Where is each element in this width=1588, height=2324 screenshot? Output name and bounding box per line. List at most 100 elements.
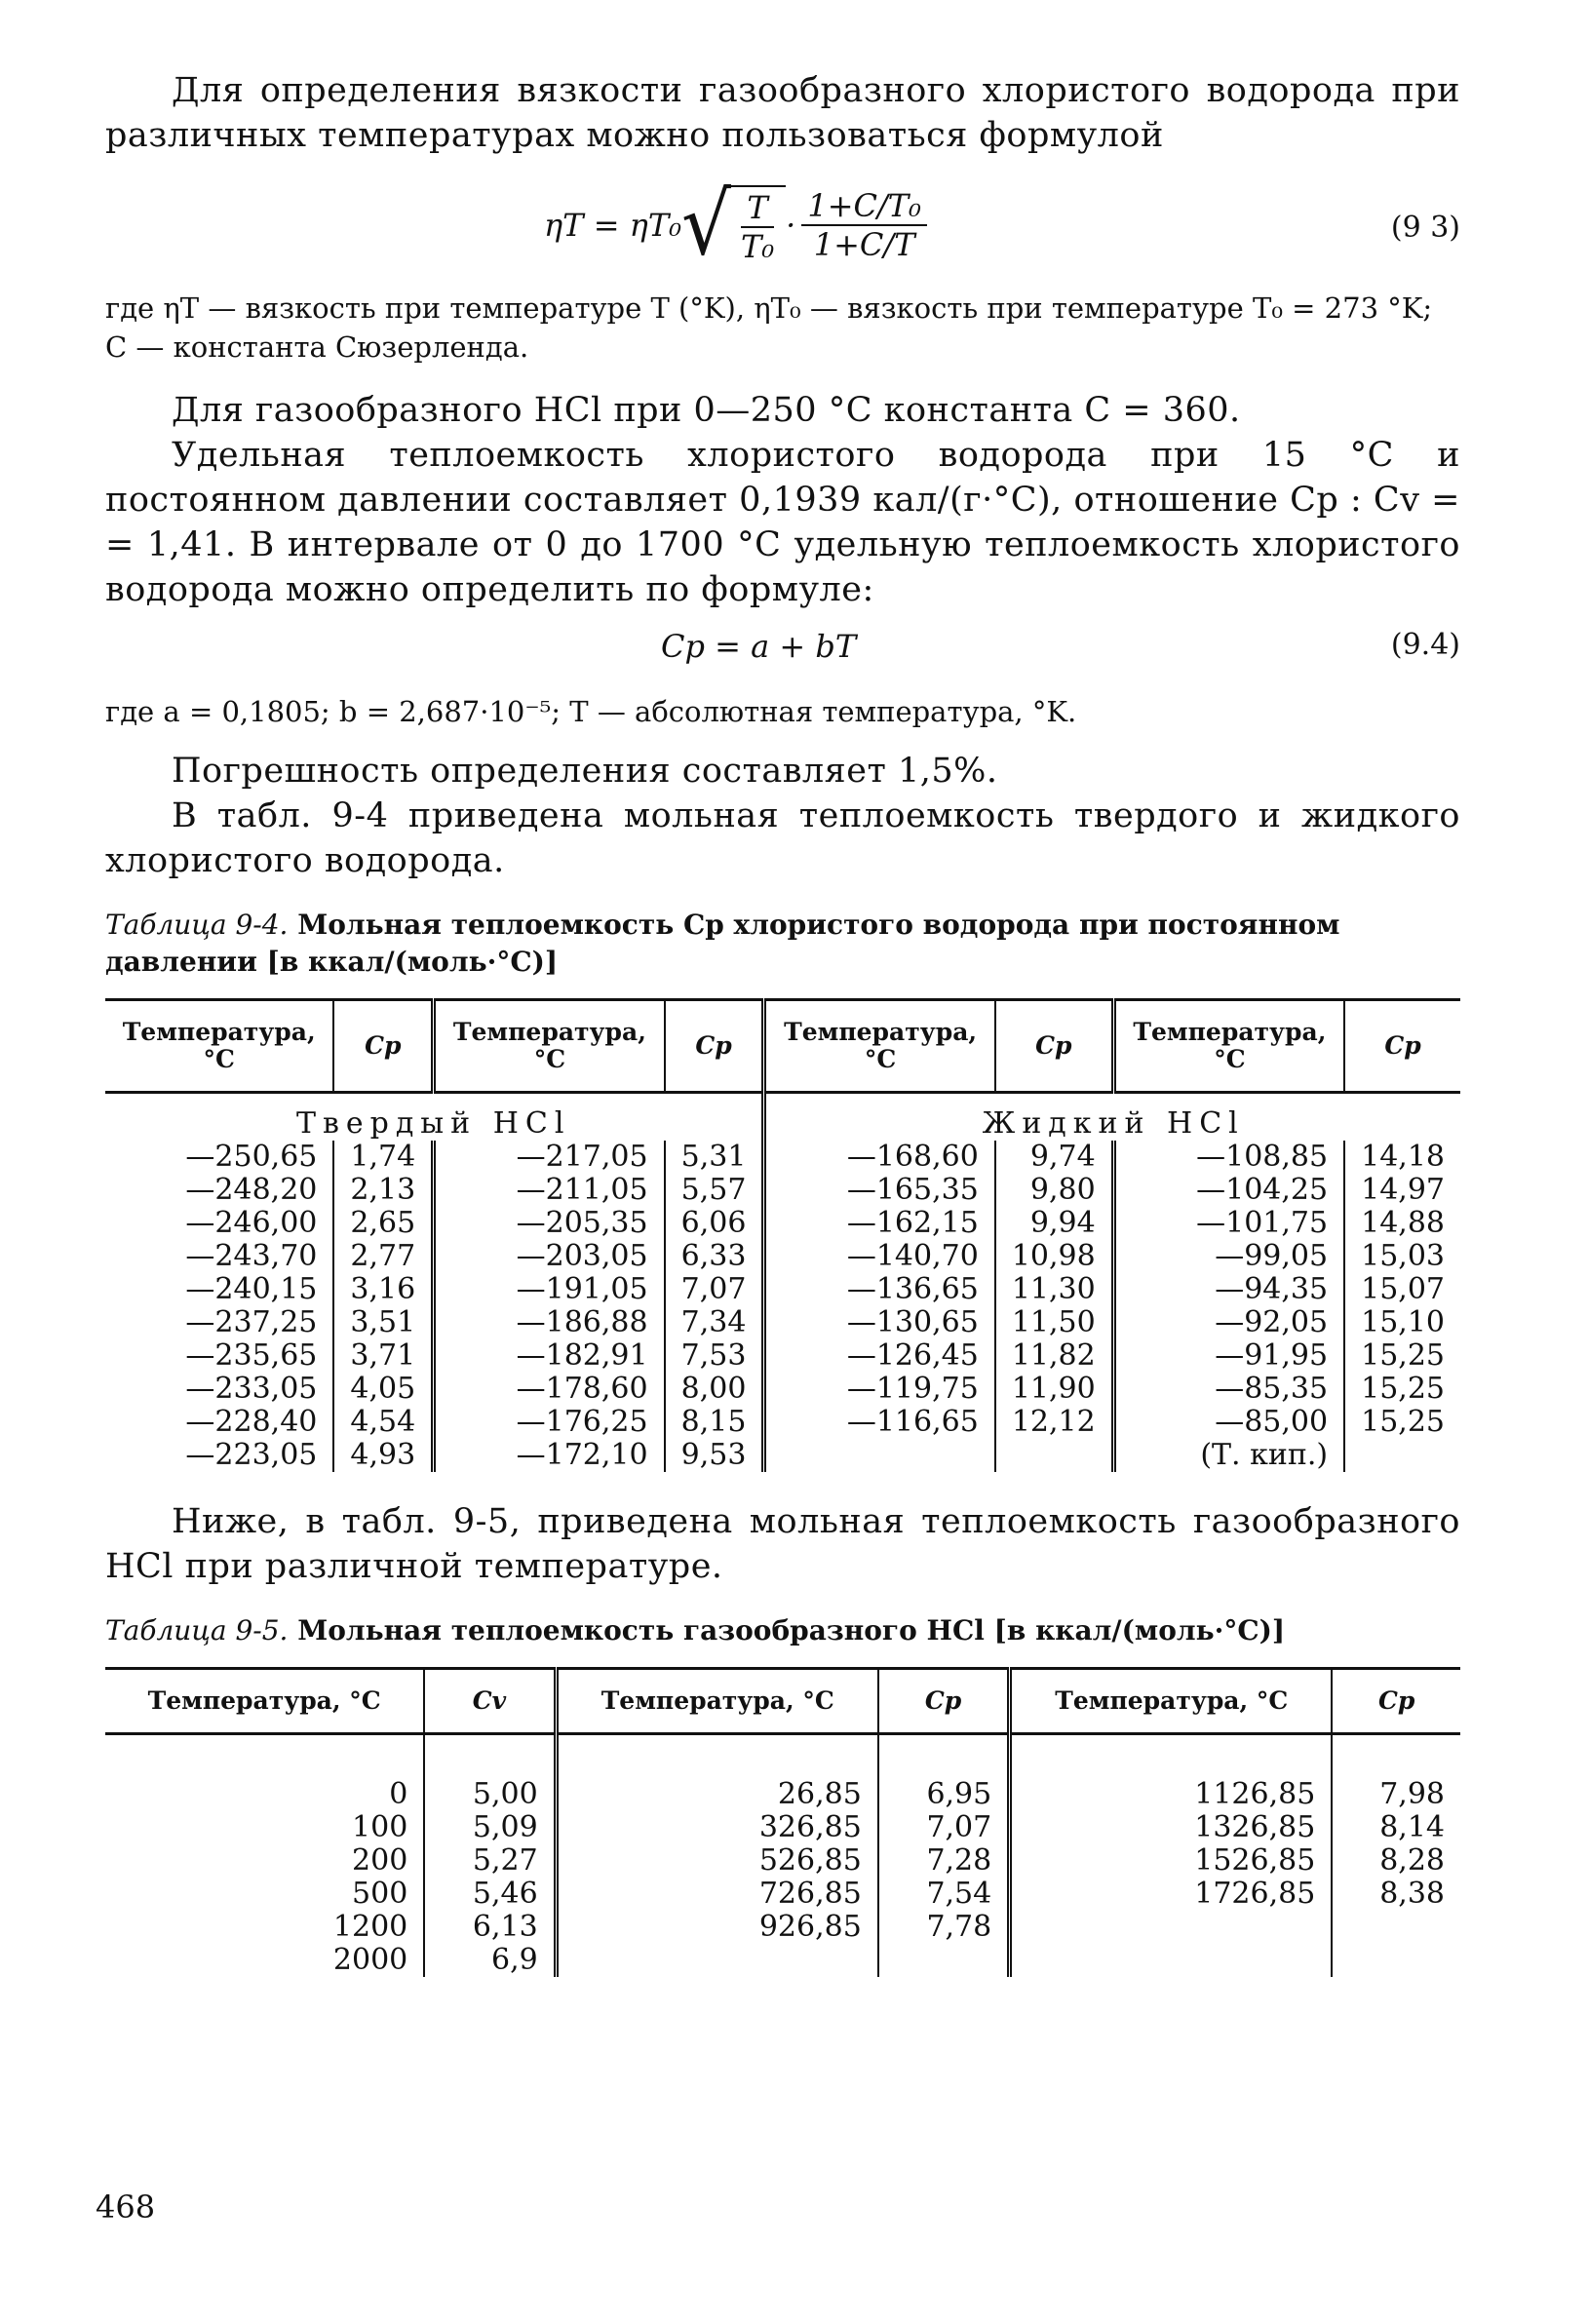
header-temperature: Температура, °C <box>1009 1668 1334 1734</box>
table-row: 2000 6,9 <box>105 1944 1460 1977</box>
formula-9-3: ηT = ηT₀ √ T T₀ · 1+C/T₀ 1+C/T (9 3) <box>105 172 1460 279</box>
table-cell: 1200 <box>105 1911 426 1944</box>
section-row: Твердый HCl Жидкий HCl <box>105 1092 1460 1141</box>
table-cell: 1,74 <box>333 1141 437 1174</box>
table-cell: 7,98 <box>1379 1777 1445 1811</box>
table-cell: 6,33 <box>664 1240 767 1273</box>
table-cell: 5,57 <box>664 1174 767 1207</box>
table-cell: 2000 <box>105 1944 426 1977</box>
table-cell: —92,05 <box>1113 1306 1346 1339</box>
table-cell: —126,45 <box>763 1339 996 1373</box>
table-cell: 14,18 <box>1361 1140 1445 1174</box>
table-cell: —108,85 <box>1113 1141 1346 1174</box>
table-cell: —186,88 <box>433 1306 666 1339</box>
table-cell: —240,15 <box>105 1273 335 1306</box>
table-cell: 6,13 <box>424 1911 559 1944</box>
formula-number: (9 3) <box>1390 211 1460 245</box>
table-cell: 7,78 <box>877 1911 1013 1944</box>
table-cell: —250,65 <box>105 1141 335 1174</box>
table-row: —233,05 4,05 —178,60 8,00 —119,75 11,90 —85,35… <box>105 1373 1460 1406</box>
header-cp: Cp <box>333 999 437 1093</box>
fraction-numerator: 1+C/T₀ <box>801 187 927 226</box>
table-header-row: Температура, °C Cv Температура, °C Cp Те… <box>105 1668 1460 1734</box>
table-cell: 8,28 <box>1379 1843 1445 1878</box>
table-cell: 9,74 <box>994 1141 1116 1174</box>
caption-text: Мольная теплоемкость газообразного HCl [… <box>297 1614 1286 1646</box>
table-cell: 5,31 <box>664 1141 767 1174</box>
table-9-4-caption: Таблица 9-4. Мольная теплоемкость Cp хло… <box>105 907 1460 981</box>
header-cp: Cp <box>994 999 1116 1093</box>
table-cell: 7,54 <box>877 1878 1013 1911</box>
header-temperature: Температура, °C <box>1113 999 1346 1093</box>
formula-number: (9.4) <box>1390 628 1460 662</box>
header-temperature: Температура, °C <box>105 1668 426 1734</box>
table-cell: —104,25 <box>1113 1174 1346 1207</box>
table-cell: 5,00 <box>424 1733 559 1811</box>
table-cell: —172,10 <box>433 1439 666 1472</box>
radical-sign-icon: √ <box>681 174 731 275</box>
table-cell: 6,9 <box>424 1944 559 1977</box>
table-cell: —99,05 <box>1113 1240 1346 1273</box>
table-cell: —211,05 <box>433 1174 666 1207</box>
table-cell: 4,54 <box>333 1406 437 1439</box>
table-9-5-caption: Таблица 9-5. Мольная теплоемкость газооб… <box>105 1612 1460 1649</box>
table-cell: —217,05 <box>433 1141 666 1174</box>
table-cell <box>877 1944 1013 1977</box>
fraction-denominator: 1+C/T <box>813 226 915 263</box>
sqrt-numerator: T <box>741 189 774 228</box>
header-temperature: Температура, °C <box>433 999 666 1093</box>
table-cell: 326,85 <box>556 1811 879 1844</box>
header-cp: Cp <box>877 1668 1013 1734</box>
table-cell: 1726,85 <box>1009 1878 1334 1911</box>
caption-text: Мольная теплоемкость Cp хлористого водор… <box>105 909 1340 978</box>
table-cell: —246,00 <box>105 1207 335 1240</box>
table-9-5: Температура, °C Cv Температура, °C Cp Те… <box>105 1667 1460 1977</box>
table-row: —246,00 2,65 —205,35 6,06 —162,15 9,94 —101,75… <box>105 1207 1460 1240</box>
table-cell: 7,07 <box>877 1811 1013 1844</box>
table-row: 200 5,27 526,85 7,28 1526,85 8,28 <box>105 1844 1460 1878</box>
sqrt-denominator: T₀ <box>741 228 775 265</box>
table-cell: 11,82 <box>994 1339 1116 1373</box>
table-row: —243,70 2,77 —203,05 6,33 —140,70 10,98 —99,05… <box>105 1240 1460 1273</box>
table-cell: 4,05 <box>333 1373 437 1406</box>
table-cell: —85,35 <box>1113 1373 1346 1406</box>
table-cell: 9,94 <box>994 1207 1116 1240</box>
table-cell: 1526,85 <box>1009 1844 1334 1878</box>
table-cell: —243,70 <box>105 1240 335 1273</box>
multiply-dot: · <box>786 207 796 244</box>
table-cell: —162,15 <box>763 1207 996 1240</box>
table-cell: 15,25 <box>1361 1372 1445 1406</box>
table-row: —223,05 4,93 —172,10 9,53 (Т. кип.) <box>105 1439 1460 1472</box>
table-cell: 15,10 <box>1361 1305 1445 1339</box>
table-cell: 9,53 <box>664 1439 767 1472</box>
table-cell: —182,91 <box>433 1339 666 1373</box>
table-cell: 5,09 <box>424 1811 559 1844</box>
table-row: 1200 6,13 926,85 7,78 <box>105 1911 1460 1944</box>
table-cell: (Т. кип.) <box>1113 1439 1346 1472</box>
table-row: —240,15 3,16 —191,05 7,07 —136,65 11,30 —94,35… <box>105 1273 1460 1306</box>
book-page: Для определения вязкости газообразного х… <box>105 68 1460 1977</box>
table-cell: 500 <box>105 1878 426 1911</box>
table-cell: 6,06 <box>664 1207 767 1240</box>
header-temperature: Температура, °C <box>556 1668 879 1734</box>
table-cell: 5,27 <box>424 1844 559 1878</box>
table-cell: 7,34 <box>664 1306 767 1339</box>
sqrt-expression: √ T T₀ <box>681 174 787 275</box>
page-number: 468 <box>96 2188 156 2226</box>
table-cell: 7,53 <box>664 1339 767 1373</box>
formula-9-4: Cp = a + bT (9.4) <box>105 618 1460 686</box>
table-cell: —176,25 <box>433 1406 666 1439</box>
paragraph-viscosity-intro: Для определения вязкости газообразного х… <box>105 71 1460 155</box>
paragraph-specific-heat: Удельная теплоемкость хлористого водород… <box>105 436 1460 609</box>
table-cell: —237,25 <box>105 1306 335 1339</box>
formula-lhs: ηT = ηT₀ <box>544 207 682 244</box>
table-header-row: Температура, °C Cp Температура, °C Cp Те… <box>105 999 1460 1093</box>
section-solid-hcl: Твердый HCl <box>105 1092 767 1141</box>
paragraph-sutherland-constant: Для газообразного HCl при 0—250 °C конст… <box>172 391 1241 430</box>
table-cell: 26,85 <box>556 1733 879 1811</box>
table-cell: 2,13 <box>333 1174 437 1207</box>
table-cell: 15,07 <box>1361 1272 1445 1306</box>
table-cell: 8,15 <box>664 1406 767 1439</box>
table-row: —250,65 1,74 —217,05 5,31 —168,60 9,74 —108,85… <box>105 1141 1460 1174</box>
formula-9-4-body: Cp = a + bT <box>661 628 857 665</box>
